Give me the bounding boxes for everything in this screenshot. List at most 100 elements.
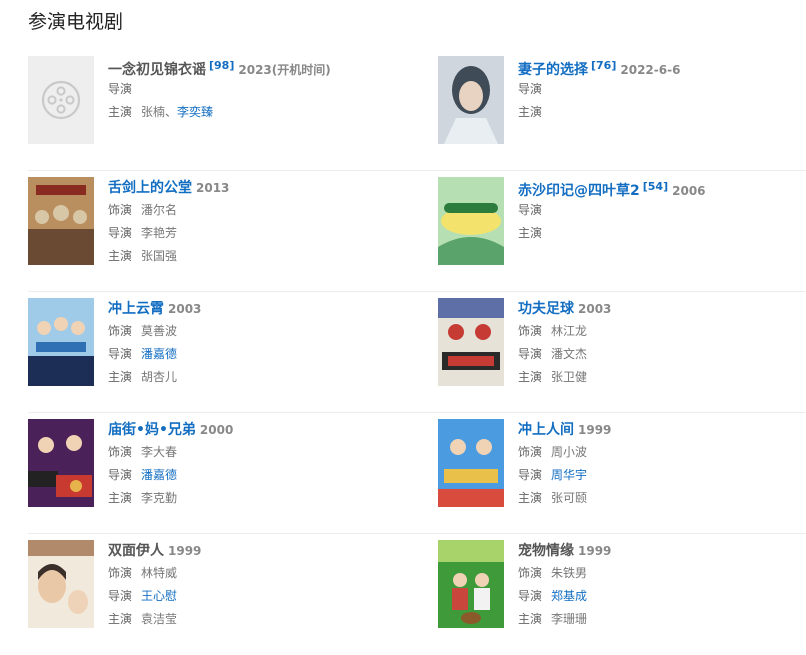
series-card: 宠物情缘 1999 饰演 朱铁男 导演 郑基成 主演 李珊珊: [438, 540, 798, 636]
role-name: 林特威: [141, 566, 178, 580]
star-name: 张可颐: [551, 491, 588, 505]
star-name: 张楠: [141, 105, 166, 119]
star-field: 主演 张可颐: [518, 488, 798, 508]
director-name-link[interactable]: 王心慰: [141, 589, 177, 603]
role-label: 饰演: [108, 324, 133, 338]
director-label: 导演: [108, 347, 133, 361]
director-name-link[interactable]: 郑基成: [551, 589, 587, 603]
role-label: 饰演: [108, 445, 133, 459]
series-info: 双面伊人 1999 饰演 林特威 导演 王心慰 主演 袁洁莹: [108, 540, 388, 629]
series-card: 妻子的选择 [76] 2022-6-6 导演 主演: [438, 56, 798, 152]
director-label: 导演: [518, 82, 543, 96]
series-card: 赤沙印记@四叶草2 [54] 2006 导演 主演: [438, 177, 798, 273]
series-year: 2003: [578, 302, 612, 316]
series-card: 冲上人间 1999 饰演 周小波 导演 周华宇 主演 张可颐: [438, 419, 798, 515]
director-label: 导演: [108, 589, 133, 603]
star-name: 张国强: [141, 249, 178, 263]
reference-link[interactable]: [76]: [591, 59, 616, 72]
star-field: 主演 李克勤: [108, 488, 388, 508]
director-name-link[interactable]: 潘嘉德: [141, 468, 177, 482]
role-label: 饰演: [108, 566, 133, 580]
director-label: 导演: [518, 203, 543, 217]
director-name-link[interactable]: 潘嘉德: [141, 347, 177, 361]
series-title-link[interactable]: 冲上云霄: [108, 301, 164, 317]
director-field: 导演: [518, 200, 798, 220]
series-poster[interactable]: [438, 540, 504, 628]
series-poster[interactable]: [438, 419, 504, 507]
series-card: 双面伊人 1999 饰演 林特威 导演 王心慰 主演 袁洁莹: [28, 540, 388, 636]
series-card: 庙街•妈•兄弟 2000 饰演 李大春 导演 潘嘉德 主演 李克勤: [28, 419, 388, 515]
series-poster[interactable]: [28, 540, 94, 628]
star-label: 主演: [108, 612, 133, 626]
star-name: 李克勤: [141, 491, 178, 505]
star-field: 主演 袁洁莹: [108, 609, 388, 629]
title-line: 妻子的选择 [76] 2022-6-6: [518, 56, 798, 78]
grid-row: 冲上云霄 2003 饰演 莫善波 导演 潘嘉德 主演 胡杏儿 功夫足球 2003…: [28, 292, 806, 413]
series-info: 功夫足球 2003 饰演 林江龙 导演 潘文杰 主演 张卫健: [518, 298, 798, 387]
role-label: 饰演: [518, 324, 543, 338]
title-line: 庙街•妈•兄弟 2000: [108, 419, 388, 439]
series-year: 2023(开机时间): [238, 63, 331, 77]
title-line: 冲上人间 1999: [518, 419, 798, 439]
series-title-link[interactable]: 功夫足球: [518, 301, 574, 317]
star-label: 主演: [108, 491, 133, 505]
star-field: 主演 张卫健: [518, 367, 798, 387]
role-label: 饰演: [518, 566, 543, 580]
series-year: 1999: [578, 544, 612, 558]
poster-placeholder[interactable]: [28, 56, 94, 144]
series-title-link[interactable]: 冲上人间: [518, 422, 574, 438]
series-poster[interactable]: [28, 419, 94, 507]
star-name-link[interactable]: 李奕臻: [177, 105, 213, 119]
star-name: 张卫健: [551, 370, 588, 384]
director-label: 导演: [518, 347, 543, 361]
series-title-link[interactable]: 妻子的选择: [518, 62, 588, 78]
title-line: 一念初见锦衣谣 [98] 2023(开机时间): [108, 56, 388, 78]
series-poster[interactable]: [438, 298, 504, 386]
role-name: 潘尔名: [141, 203, 178, 217]
role-field: 饰演 林特威: [108, 563, 388, 583]
tv-series-grid: 一念初见锦衣谣 [98] 2023(开机时间) 导演 主演 张楠、李奕臻 妻子的选择[…: [28, 50, 806, 655]
series-poster[interactable]: [28, 298, 94, 386]
role-name: 莫善波: [141, 324, 178, 338]
star-label: 主演: [108, 249, 133, 263]
role-label: 饰演: [108, 203, 133, 217]
series-title-link[interactable]: 庙街•妈•兄弟: [108, 422, 196, 438]
director-name-link[interactable]: 周华宇: [551, 468, 587, 482]
star-separator: 、: [165, 105, 178, 119]
role-field: 饰演 李大春: [108, 442, 388, 462]
series-info: 一念初见锦衣谣 [98] 2023(开机时间) 导演 主演 张楠、李奕臻: [108, 56, 388, 122]
series-year: 1999: [168, 544, 202, 558]
series-poster[interactable]: [438, 177, 504, 265]
director-field: 导演 郑基成: [518, 586, 798, 606]
director-label: 导演: [518, 589, 543, 603]
title-line: 赤沙印记@四叶草2 [54] 2006: [518, 177, 798, 199]
role-name: 朱铁男: [551, 566, 588, 580]
series-title-link[interactable]: 舌剑上的公堂: [108, 180, 192, 196]
series-title: 双面伊人: [108, 543, 164, 559]
title-line: 宠物情缘 1999: [518, 540, 798, 560]
series-poster[interactable]: [28, 177, 94, 265]
series-poster[interactable]: [438, 56, 504, 144]
series-title-link[interactable]: 赤沙印记@四叶草2: [518, 183, 640, 199]
series-year: 2022-6-6: [620, 63, 681, 77]
role-field: 饰演 朱铁男: [518, 563, 798, 583]
star-name: 胡杏儿: [141, 370, 178, 384]
grid-row: 舌剑上的公堂 2013 饰演 潘尔名 导演 李艳芳 主演 张国强 赤沙印记@四叶草2 [5…: [28, 171, 806, 292]
star-field: 主演: [518, 223, 798, 243]
reference-link[interactable]: [98]: [209, 59, 234, 72]
title-line: 功夫足球 2003: [518, 298, 798, 318]
series-info: 冲上人间 1999 饰演 周小波 导演 周华宇 主演 张可颐: [518, 419, 798, 508]
series-info: 赤沙印记@四叶草2 [54] 2006 导演 主演: [518, 177, 798, 243]
director-field: 导演: [518, 79, 798, 99]
role-field: 饰演 莫善波: [108, 321, 388, 341]
title-line: 冲上云霄 2003: [108, 298, 388, 318]
director-field: 导演 王心慰: [108, 586, 388, 606]
director-field: 导演: [108, 79, 388, 99]
star-field: 主演 胡杏儿: [108, 367, 388, 387]
series-year: 2006: [672, 184, 706, 198]
role-name: 林江龙: [551, 324, 588, 338]
star-name: 李珊珊: [551, 612, 588, 626]
series-info: 妻子的选择 [76] 2022-6-6 导演 主演: [518, 56, 798, 122]
reference-link[interactable]: [54]: [643, 180, 668, 193]
star-label: 主演: [108, 370, 133, 384]
